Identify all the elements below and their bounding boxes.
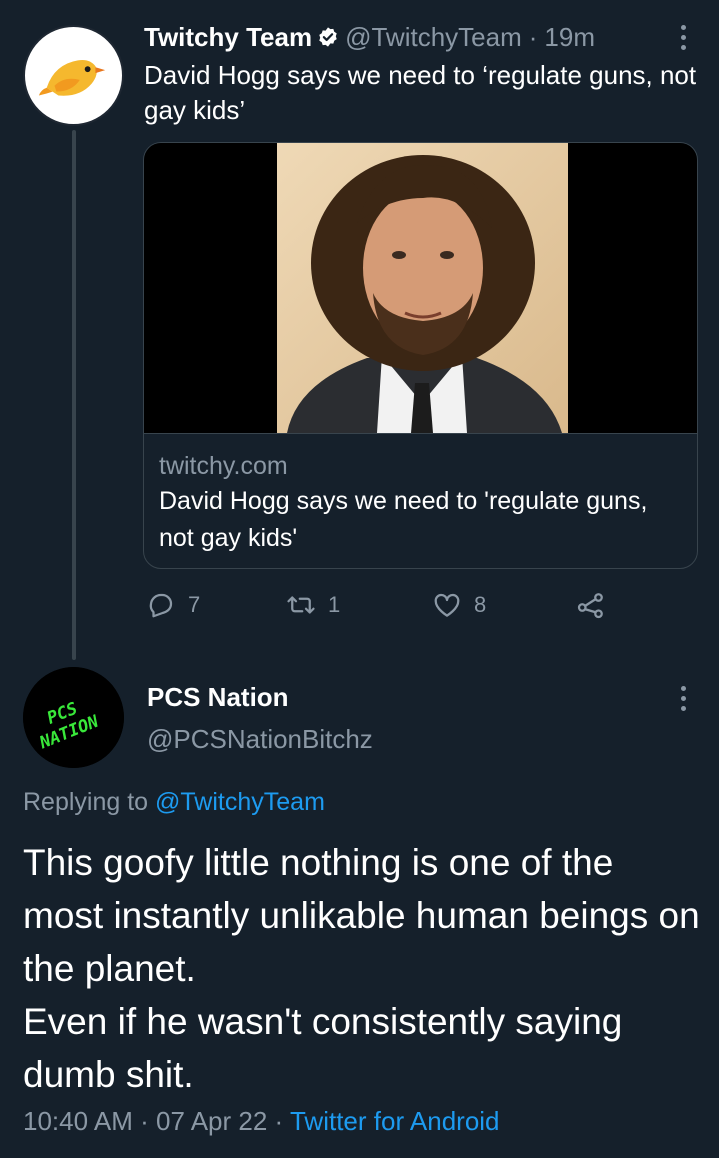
separator-dot: · <box>274 1106 284 1136</box>
reply-icon <box>149 593 173 618</box>
more-options-icon[interactable] <box>672 22 694 52</box>
author-handle[interactable]: @PCSNationBitchz <box>147 724 373 755</box>
portrait-photo <box>277 143 568 433</box>
avatar[interactable]: PCS NATION <box>23 667 124 768</box>
tweet-date[interactable]: 07 Apr 22 <box>156 1106 267 1136</box>
replying-to-handle[interactable]: @TwitchyTeam <box>155 788 325 816</box>
card-title: David Hogg says we need to 'regulate gun… <box>159 487 648 552</box>
retweet-button[interactable]: 1 <box>286 588 340 622</box>
avatar[interactable] <box>23 25 124 126</box>
pcs-nation-logo: PCS NATION <box>23 667 124 768</box>
card-domain: twitchy.com <box>159 452 288 480</box>
share-icon <box>577 593 603 619</box>
heart-icon <box>434 593 460 617</box>
tweet-time[interactable]: 19m <box>544 22 595 53</box>
author-name[interactable]: PCS Nation <box>147 682 289 713</box>
tweet-timestamp[interactable]: 10:40 AM <box>23 1106 133 1136</box>
tweet-text: David Hogg says we need to ‘regulate gun… <box>144 60 697 125</box>
thread-line <box>72 130 76 660</box>
reply-text-line: This goofy little nothing is one of the … <box>23 842 700 989</box>
reply-text-line: Even if he wasn't consistently saying du… <box>23 1001 623 1095</box>
replying-to: Replying to @TwitchyTeam <box>23 788 325 817</box>
replying-to-label: Replying to <box>23 788 149 816</box>
separator-dot: · <box>528 21 538 52</box>
more-options-icon[interactable] <box>672 683 694 713</box>
author-name[interactable]: Twitchy Team <box>144 22 312 53</box>
yellow-bird-icon <box>35 37 112 114</box>
separator-dot: · <box>140 1106 149 1136</box>
tweet-header: Twitchy Team @TwitchyTeam · 19m <box>144 20 595 54</box>
card-image <box>144 143 697 433</box>
tweet-actions: 7 1 8 <box>146 588 616 622</box>
card-divider <box>144 433 697 434</box>
tweet-metadata: 10:40 AM · 07 Apr 22 · Twitter for Andro… <box>23 1106 500 1137</box>
reply-button[interactable]: 7 <box>146 588 200 622</box>
reply-count: 7 <box>188 592 201 617</box>
retweet-icon <box>287 596 315 614</box>
verified-badge-icon <box>319 27 337 47</box>
reply-text: This goofy little nothing is one of the … <box>23 836 703 1101</box>
tweet-source[interactable]: Twitter for Android <box>290 1106 500 1136</box>
like-button[interactable]: 8 <box>432 588 486 622</box>
like-count: 8 <box>474 592 487 617</box>
retweet-count: 1 <box>328 592 341 617</box>
author-handle[interactable]: @TwitchyTeam <box>345 22 522 53</box>
link-card[interactable]: twitchy.com David Hogg says we need to '… <box>143 142 698 569</box>
share-button[interactable] <box>576 588 618 622</box>
